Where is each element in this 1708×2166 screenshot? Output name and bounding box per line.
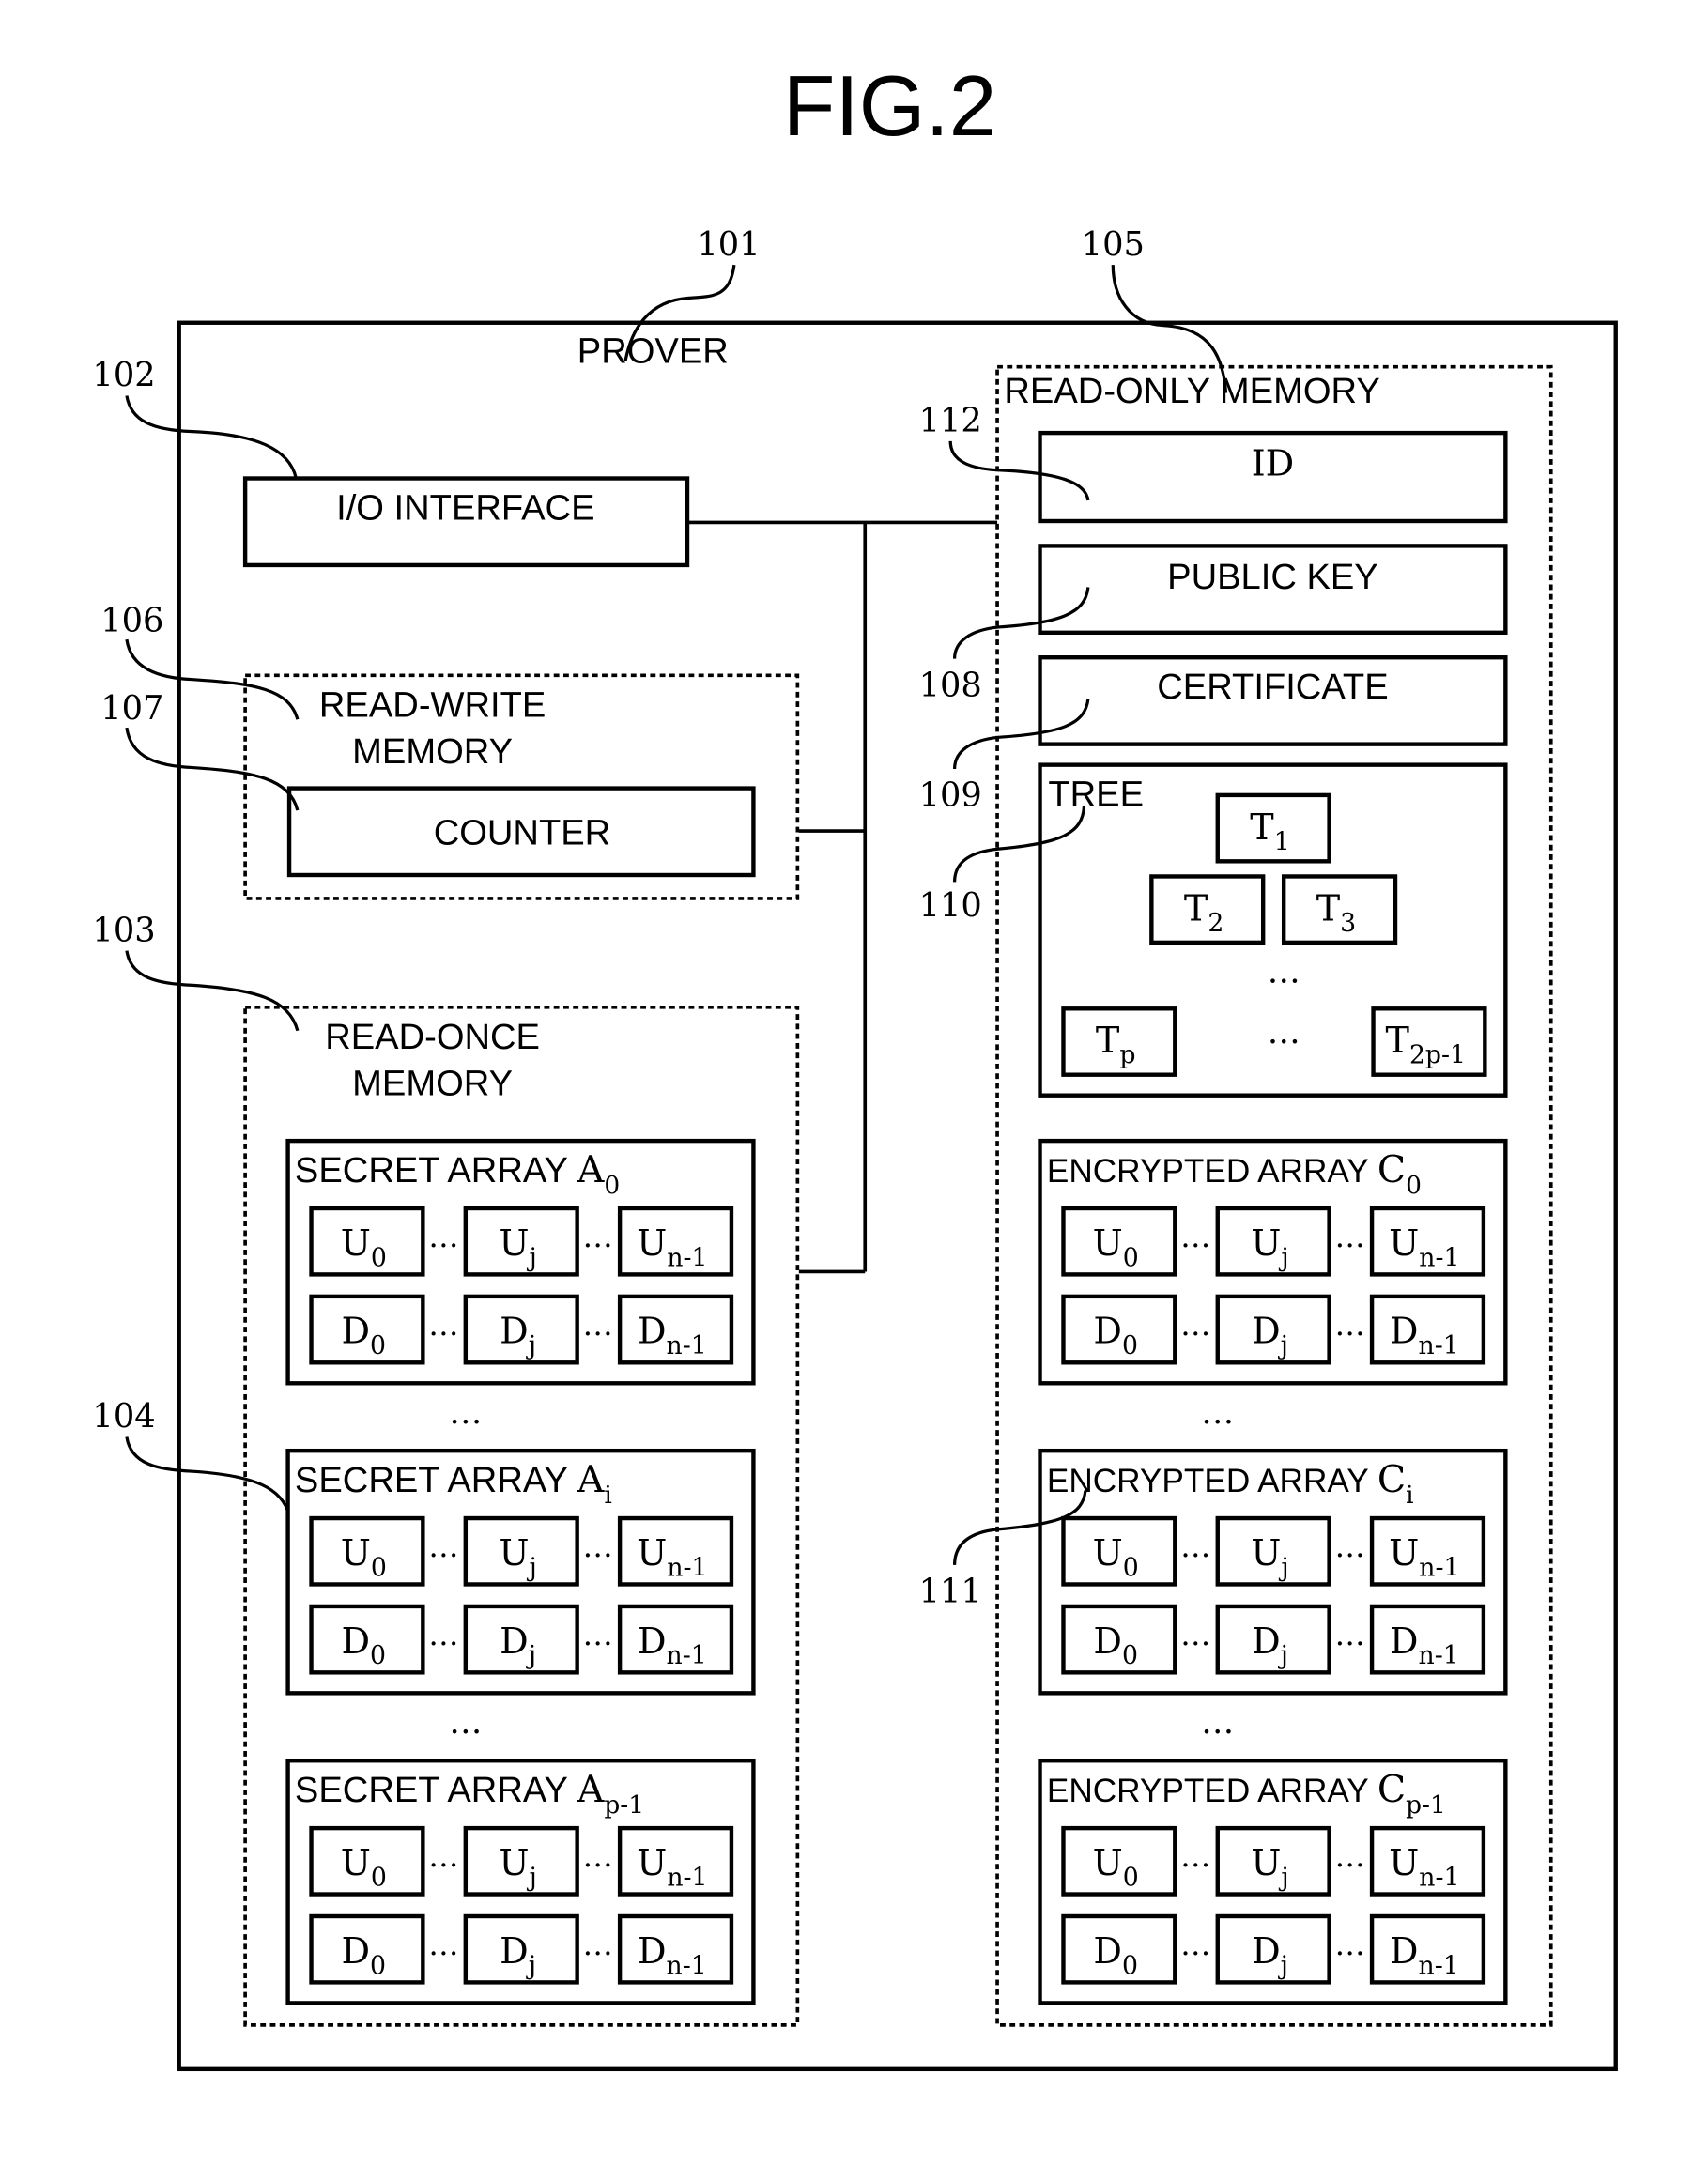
- cell-ellipsis: …: [1334, 1219, 1364, 1254]
- leader-103: [125, 950, 300, 1032]
- cell-ellipsis: …: [428, 1838, 458, 1874]
- io-interface-label: I/O INTERFACE: [336, 488, 594, 529]
- id-label: ID: [1252, 443, 1295, 484]
- secret-array-1: SECRET ARRAY AiU0 Uj Un-1D0 Dj Dn-1…………: [285, 1448, 756, 1696]
- ref-107: 107: [100, 689, 163, 728]
- cell-ellipsis: …: [1180, 1219, 1210, 1254]
- cell-ellipsis: …: [1180, 1307, 1210, 1343]
- ref-105: 105: [1082, 225, 1145, 264]
- cell-ellipsis: …: [1180, 1927, 1210, 1962]
- ref-102: 102: [92, 356, 155, 394]
- cell-ellipsis: …: [1180, 1838, 1210, 1874]
- tree-ellipsis-2: …: [1268, 1013, 1300, 1052]
- cell-ellipsis: …: [1334, 1528, 1364, 1564]
- secret-array-ellipsis-1: …: [449, 1393, 482, 1432]
- counter-label: COUNTER: [434, 813, 611, 853]
- encrypted-array-ellipsis-2: …: [1201, 1703, 1234, 1742]
- figure-title: FIG.2: [783, 59, 996, 154]
- prover-label: PROVER: [577, 330, 729, 371]
- cell-ellipsis: …: [1180, 1617, 1210, 1652]
- cell-ellipsis: …: [1334, 1838, 1364, 1874]
- encrypted-array-1: ENCRYPTED ARRAY CiU0 Uj Un-1D0 Dj Dn-1…………: [1038, 1448, 1508, 1696]
- ref-111: 111: [919, 1573, 982, 1611]
- ref-104: 104: [92, 1397, 155, 1436]
- cell-ellipsis: …: [428, 1307, 458, 1343]
- secret-arrays: SECRET ARRAY A0U0 Uj Un-1D0 Dj Dn-1……… …SECRE…: [285, 1138, 756, 2005]
- cell-ellipsis: …: [428, 1927, 458, 1962]
- leader-104: [125, 1436, 291, 1516]
- tree-ellipsis-1: …: [1268, 952, 1300, 991]
- encrypted-array-0: ENCRYPTED ARRAY C0U0 Uj Un-1D0 Dj Dn-1…………: [1038, 1138, 1508, 1386]
- cell-ellipsis: …: [428, 1219, 458, 1254]
- cell-ellipsis: …: [583, 1528, 613, 1564]
- ref-106: 106: [100, 601, 163, 639]
- cell-ellipsis: …: [1334, 1617, 1364, 1652]
- secret-array-0: SECRET ARRAY A0U0 Uj Un-1D0 Dj Dn-1…………: [285, 1138, 756, 1386]
- cell-ellipsis: …: [1180, 1528, 1210, 1564]
- cell-ellipsis: …: [428, 1617, 458, 1652]
- encrypted-arrays: ENCRYPTED ARRAY C0U0 Uj Un-1D0 Dj Dn-1……… …EN…: [1038, 1138, 1508, 2005]
- cell-ellipsis: …: [583, 1307, 613, 1343]
- ref-103: 103: [92, 911, 155, 949]
- read-only-memory-label: READ-ONLY MEMORY: [1004, 371, 1379, 411]
- cell-ellipsis: …: [583, 1838, 613, 1874]
- prover-block-diagram: FIG.2 PROVER 101 I/O INTERFACE 102 READ-…: [92, 59, 1618, 2072]
- secret-array-ellipsis-2: …: [449, 1703, 482, 1742]
- leader-107: [125, 727, 300, 811]
- public-key-label: PUBLIC KEY: [1167, 557, 1378, 597]
- ref-112: 112: [919, 402, 982, 440]
- ref-109: 109: [919, 776, 982, 815]
- secret-array-2: SECRET ARRAY Ap-1U0 Uj Un-1D0 Dj Dn-1…………: [285, 1759, 756, 2005]
- cell-ellipsis: …: [583, 1927, 613, 1962]
- cell-ellipsis: …: [1334, 1307, 1364, 1343]
- ref-101: 101: [697, 225, 760, 264]
- ref-108: 108: [919, 666, 982, 704]
- cell-ellipsis: …: [583, 1617, 613, 1652]
- cell-ellipsis: …: [583, 1219, 613, 1254]
- tree-label: TREE: [1048, 775, 1144, 815]
- encrypted-array-2: ENCRYPTED ARRAY Cp-1U0 Uj Un-1D0 Dj Dn-1…………: [1038, 1759, 1508, 2005]
- read-write-memory-label-2: MEMORY: [352, 731, 513, 772]
- certificate-label: CERTIFICATE: [1157, 667, 1388, 707]
- encrypted-array-ellipsis-1: …: [1201, 1393, 1234, 1432]
- read-once-memory-label-2: MEMORY: [352, 1064, 513, 1104]
- cell-ellipsis: …: [1334, 1927, 1364, 1962]
- read-once-memory-label-1: READ-ONCE: [325, 1017, 540, 1057]
- ref-110: 110: [919, 886, 982, 925]
- read-write-memory-label-1: READ-WRITE: [319, 684, 546, 725]
- cell-ellipsis: …: [428, 1528, 458, 1564]
- leader-102: [125, 395, 298, 479]
